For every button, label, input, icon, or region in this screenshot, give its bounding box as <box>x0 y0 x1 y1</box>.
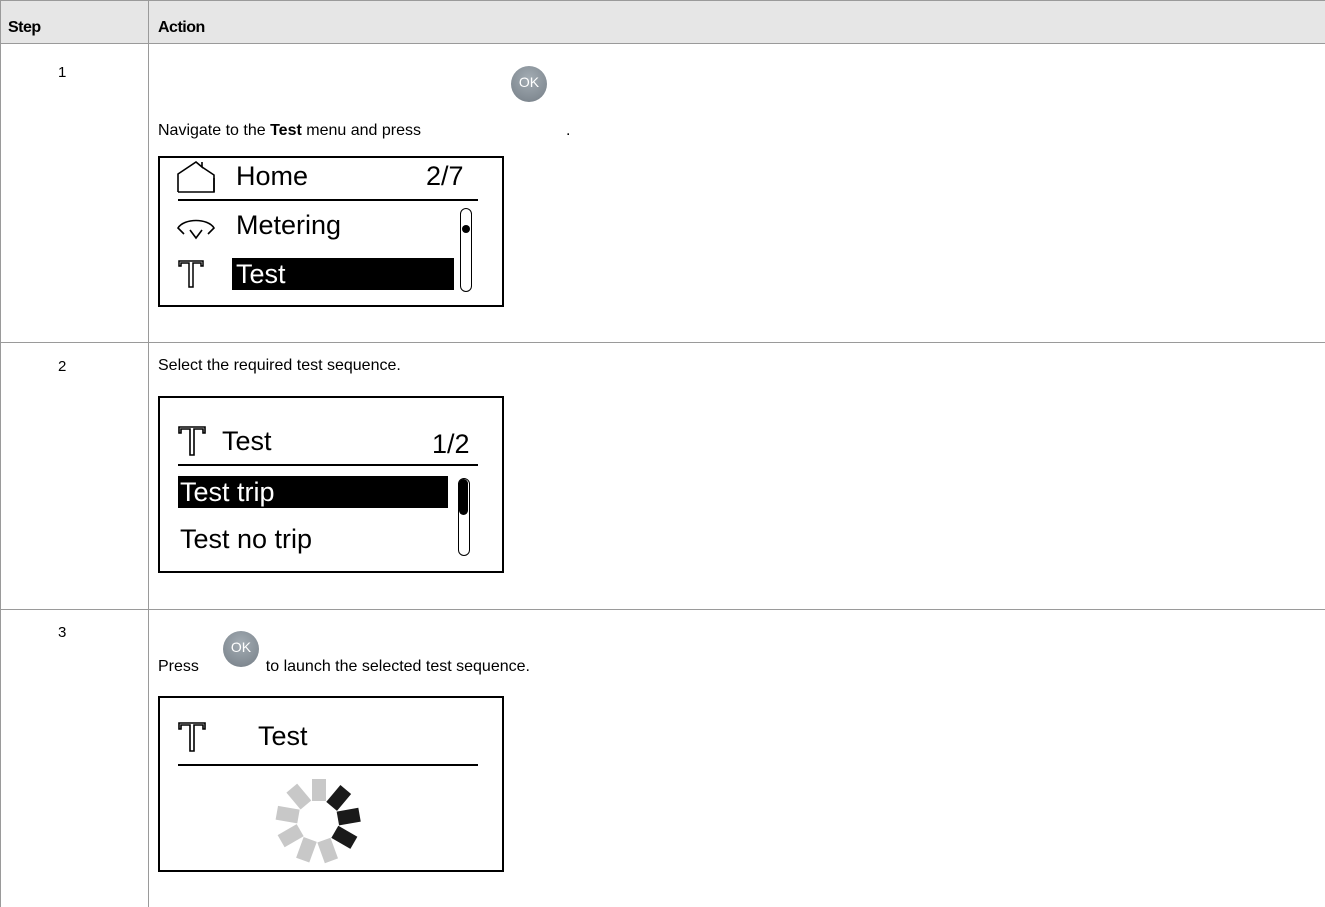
step-instruction: Select the required test sequence. <box>158 357 401 374</box>
menu-item-test-trip-selected: Test trip <box>178 476 448 508</box>
column-header-step: Step <box>8 19 41 36</box>
title-rule <box>178 764 478 766</box>
scroll-thumb <box>462 225 470 233</box>
title-rule <box>178 464 478 466</box>
ok-button-icon: OK <box>223 631 259 667</box>
menu-name: Test <box>270 122 302 139</box>
scrollbar <box>458 478 470 556</box>
lcd-screen-test-running: Test <box>158 696 504 872</box>
scrollbar <box>460 208 472 292</box>
home-icon <box>177 161 215 193</box>
screen-title: Home <box>236 161 309 191</box>
step-instruction: Navigate to the Test menu and press <box>158 122 421 139</box>
gauge-icon <box>176 219 216 240</box>
page-indicator: 2/7 <box>426 161 464 191</box>
menu-item-metering: Metering <box>236 210 342 240</box>
step-number: 2 <box>58 358 67 375</box>
row-divider <box>0 342 1325 343</box>
step-instruction: Press to launch the selected test sequen… <box>158 658 530 675</box>
test-icon <box>178 722 206 752</box>
test-icon <box>178 426 206 456</box>
title-rule <box>178 199 478 201</box>
page-indicator: 1/2 <box>432 429 470 459</box>
column-header-action: Action <box>158 19 205 36</box>
test-icon <box>178 260 204 288</box>
ok-button-icon: OK <box>511 66 547 102</box>
screen-title: Test <box>222 426 272 456</box>
menu-item-test-no-trip: Test no trip <box>180 524 313 554</box>
step-number: 1 <box>58 64 67 81</box>
loading-spinner-icon <box>275 779 361 864</box>
lcd-screen-test-menu: Test 1/2 Test trip Test no trip <box>158 396 504 573</box>
lcd-screen-home: Home 2/7 Metering Test <box>158 156 504 307</box>
screen-title: Test <box>258 721 308 751</box>
table-border-left <box>0 0 1 907</box>
menu-item-test-selected: Test <box>232 258 454 290</box>
row-divider <box>0 609 1325 610</box>
column-divider <box>148 0 149 907</box>
step-number: 3 <box>58 624 67 641</box>
scroll-thumb <box>459 479 468 515</box>
